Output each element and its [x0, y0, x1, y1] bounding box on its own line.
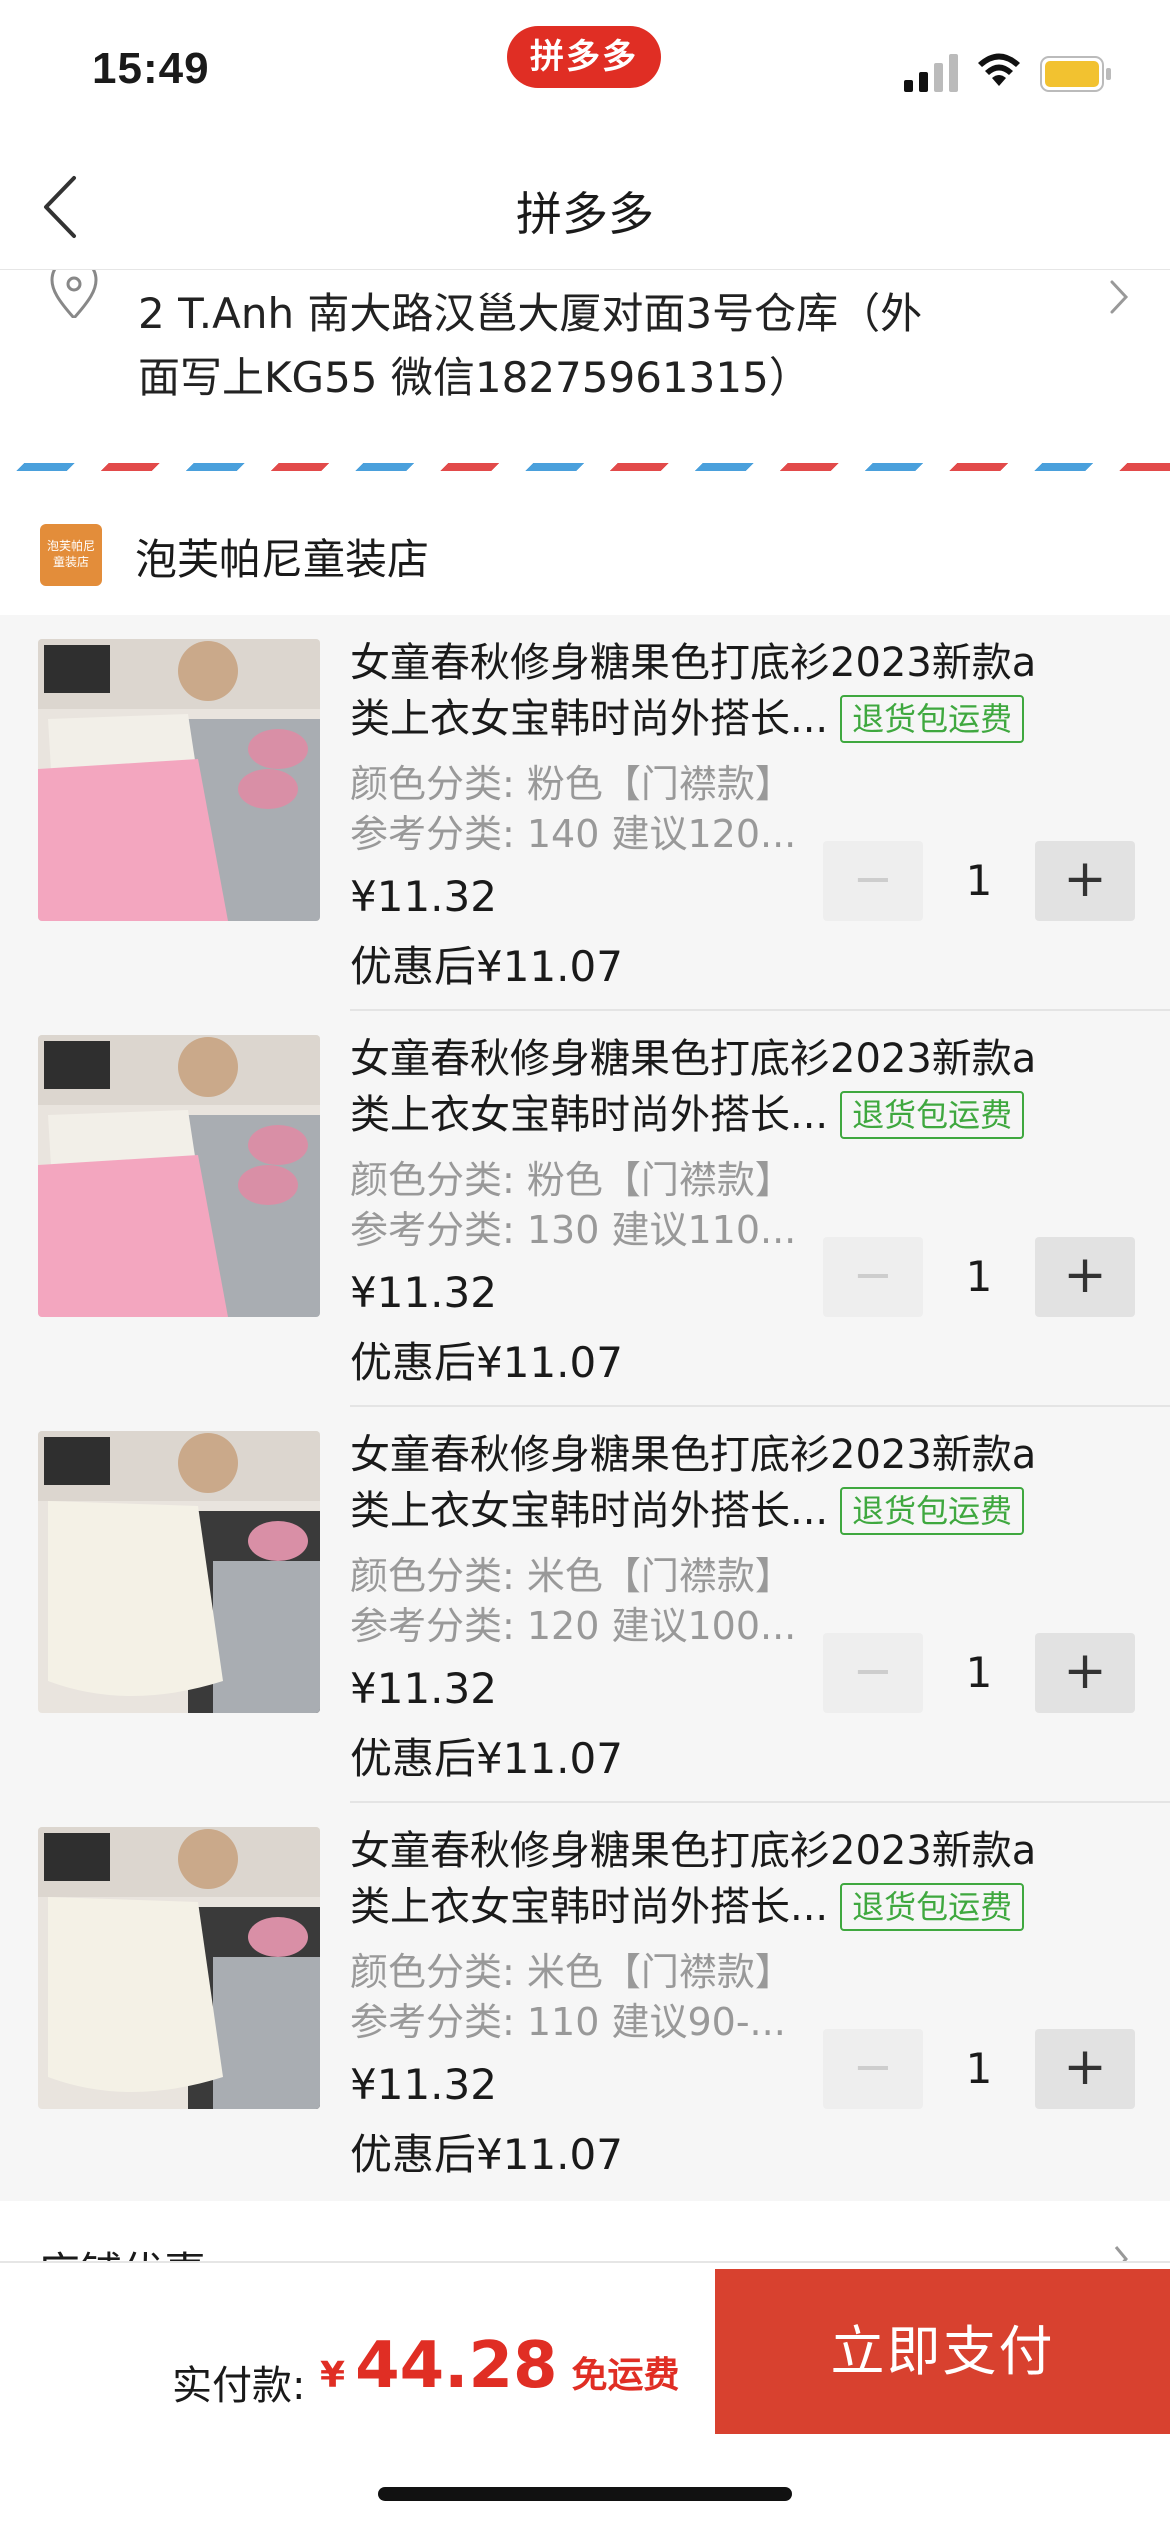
free-shipping-label: 免运费 — [571, 2355, 680, 2396]
currency-symbol: ¥ — [320, 2355, 346, 2396]
product-title[interactable]: 女童春秋修身糖果色打底衫2023新款a 类上衣女宝韩时尚外搭长... 退货包运费 — [350, 1427, 1120, 1539]
product-thumbnail[interactable] — [38, 1431, 320, 1713]
item-discount-price: 优惠后¥11.07 — [350, 942, 623, 991]
total-label: 实付款: — [172, 2363, 306, 2409]
total-amount: ¥44.28 免运费 — [320, 2329, 680, 2403]
store-name: 泡芙帕尼童装店 — [135, 535, 430, 584]
quantity-value[interactable]: 1 — [923, 1237, 1035, 1317]
decrease-quantity-button[interactable]: − — [823, 2029, 923, 2109]
home-indicator — [378, 2487, 792, 2501]
address-text: 广西壮族自治区 崇左市 凭祥市 KG55-A10 2 T.Anh 南大路汉邕大厦… — [138, 270, 1058, 410]
page-title: 拼多多 — [516, 187, 654, 241]
return-shipping-badge: 退货包运费 — [840, 1487, 1025, 1535]
store-discount-label: 店铺优惠 — [38, 2239, 206, 2261]
spec-color: 颜色分类: 粉色【门襟款】 — [350, 1158, 793, 1202]
product-image — [38, 1035, 320, 1317]
quantity-value[interactable]: 1 — [923, 841, 1035, 921]
product-thumbnail[interactable] — [38, 1035, 320, 1317]
product-title[interactable]: 女童春秋修身糖果色打底衫2023新款a 类上衣女宝韩时尚外搭长... 退货包运费 — [350, 1031, 1120, 1143]
item-price: ¥11.32 — [350, 1664, 497, 1713]
nav-bar: 拼多多 — [0, 140, 1170, 270]
item-price: ¥11.32 — [350, 1268, 497, 1317]
quantity-stepper: − 1 + — [823, 841, 1135, 921]
app-badge: 拼多多 — [507, 26, 661, 88]
product-thumbnail[interactable] — [38, 1827, 320, 2109]
product-title[interactable]: 女童春秋修身糖果色打底衫2023新款a 类上衣女宝韩时尚外搭长... 退货包运费 — [350, 635, 1120, 747]
decrease-quantity-button[interactable]: − — [823, 1633, 923, 1713]
quantity-value[interactable]: 1 — [923, 2029, 1035, 2109]
store-discount-row[interactable]: 店铺优惠 — [0, 2201, 1170, 2261]
shipping-address[interactable]: 广西壮族自治区 崇左市 凭祥市 KG55-A10 2 T.Anh 南大路汉邕大厦… — [0, 270, 1170, 465]
order-item: 女童春秋修身糖果色打底衫2023新款a 类上衣女宝韩时尚外搭长... 退货包运费 … — [0, 1407, 1170, 1803]
spec-color: 颜色分类: 粉色【门襟款】 — [350, 762, 793, 806]
location-pin-icon — [50, 270, 98, 318]
item-discount-price: 优惠后¥11.07 — [350, 1338, 623, 1387]
wifi-icon — [978, 53, 1020, 86]
product-image — [38, 639, 320, 921]
address-line-partial: 广西壮族自治区 崇左市 凭祥市 KG55-A10 — [138, 270, 1058, 282]
return-shipping-badge: 退货包运费 — [840, 1091, 1025, 1139]
quantity-stepper: − 1 + — [823, 2029, 1135, 2109]
increase-quantity-button[interactable]: + — [1035, 841, 1135, 921]
cellular-signal-icon — [904, 54, 958, 92]
spec-size: 参考分类: 120 建议100... — [350, 1604, 797, 1648]
total-value: 44.28 — [355, 2329, 558, 2403]
battery-icon — [1040, 56, 1111, 92]
product-thumbnail[interactable] — [38, 639, 320, 921]
order-item: 女童春秋修身糖果色打底衫2023新款a 类上衣女宝韩时尚外搭长... 退货包运费 … — [0, 1803, 1170, 2199]
item-discount-price: 优惠后¥11.07 — [350, 1734, 623, 1783]
product-image — [38, 1431, 320, 1713]
order-items: 女童春秋修身糖果色打底衫2023新款a 类上衣女宝韩时尚外搭长... 退货包运费 … — [0, 615, 1170, 2201]
pay-now-button[interactable]: 立即支付 — [715, 2269, 1170, 2434]
spec-color: 颜色分类: 米色【门襟款】 — [350, 1950, 793, 1994]
return-shipping-badge: 退货包运费 — [840, 1883, 1025, 1931]
store-header[interactable]: 泡芙帕尼 童装店 泡芙帕尼童装店 — [0, 497, 1170, 615]
store-logo: 泡芙帕尼 童装店 — [40, 524, 102, 586]
status-time: 15:49 — [92, 44, 210, 93]
product-image — [38, 1827, 320, 2109]
spec-size: 参考分类: 130 建议110... — [350, 1208, 797, 1252]
decrease-quantity-button[interactable]: − — [823, 841, 923, 921]
order-item: 女童春秋修身糖果色打底衫2023新款a 类上衣女宝韩时尚外搭长... 退货包运费 … — [0, 615, 1170, 1011]
return-shipping-badge: 退货包运费 — [840, 695, 1025, 743]
product-title[interactable]: 女童春秋修身糖果色打底衫2023新款a 类上衣女宝韩时尚外搭长... 退货包运费 — [350, 1823, 1120, 1935]
item-price: ¥11.32 — [350, 2060, 497, 2109]
quantity-stepper: − 1 + — [823, 1633, 1135, 1713]
increase-quantity-button[interactable]: + — [1035, 1237, 1135, 1317]
quantity-stepper: − 1 + — [823, 1237, 1135, 1317]
order-item: 女童春秋修身糖果色打底衫2023新款a 类上衣女宝韩时尚外搭长... 退货包运费 … — [0, 1011, 1170, 1407]
spec-color: 颜色分类: 米色【门襟款】 — [350, 1554, 793, 1598]
status-bar: 15:49 拼多多 — [0, 0, 1170, 140]
item-price: ¥11.32 — [350, 872, 497, 921]
decrease-quantity-button[interactable]: − — [823, 1237, 923, 1317]
increase-quantity-button[interactable]: + — [1035, 2029, 1135, 2109]
address-line-2: 2 T.Anh 南大路汉邕大厦对面3号仓库（外 — [138, 289, 923, 338]
item-discount-price: 优惠后¥11.07 — [350, 2130, 623, 2179]
chevron-right-icon — [1110, 280, 1129, 314]
quantity-value[interactable]: 1 — [923, 1633, 1035, 1713]
chevron-right-icon — [1114, 2246, 1128, 2261]
increase-quantity-button[interactable]: + — [1035, 1633, 1135, 1713]
address-line-3: 面写上KG55 微信18275961315） — [138, 353, 811, 402]
spec-size: 参考分类: 140 建议120... — [350, 812, 797, 856]
address-divider-stripe — [0, 463, 1170, 471]
spec-size: 参考分类: 110 建议90-... — [350, 2000, 786, 2044]
